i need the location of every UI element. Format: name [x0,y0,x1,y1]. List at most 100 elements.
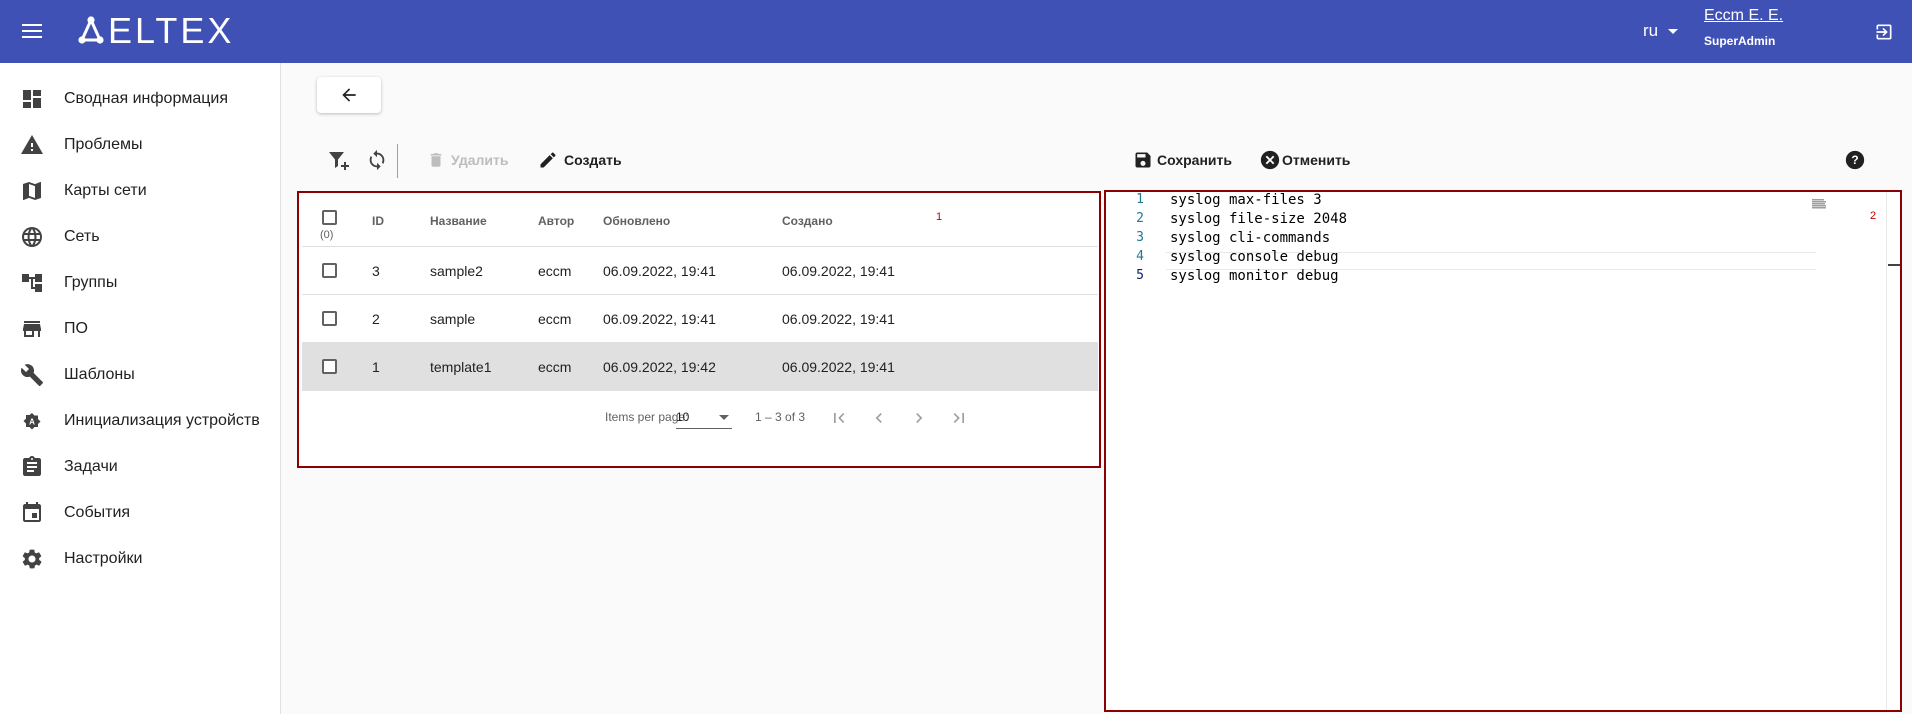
cell-name: sample [430,311,476,327]
editor-line: 5 syslog monitor debug [1106,268,1806,287]
settings-a-icon: A [23,413,41,430]
editor-line: 1 syslog max-files 3 [1106,192,1806,211]
scroll-position-marker [1888,264,1900,266]
sidebar-item-label: Шаблоны [64,366,135,383]
sidebar-item-summary[interactable]: Сводная информация [0,76,281,122]
gear-icon [22,549,42,569]
first-page-icon [834,413,845,423]
cell-author: eccm [538,263,572,279]
sidebar-item-software[interactable]: ПО [0,306,281,352]
map-icon [23,182,41,200]
language-select[interactable]: ru [1643,21,1679,41]
line-number: 2 [1136,211,1144,226]
chevron-down-icon [1668,28,1679,34]
logo-mark-icon [78,16,104,44]
items-per-page-select[interactable]: 10 [676,405,732,429]
chevron-left-icon [875,413,882,423]
add-filter-button[interactable] [326,146,350,174]
warning-icon [21,135,43,154]
cancel-button[interactable]: Отменить [1259,146,1350,174]
editor-line: 4 syslog console debug [1106,249,1806,268]
logo-text: ELTEX [108,10,235,51]
delete-button[interactable]: Удалить [427,146,508,174]
sidebar-item-events[interactable]: События [0,490,281,536]
row-checkbox[interactable] [322,359,337,374]
sidebar-item-label: Проблемы [64,136,143,153]
sidebar-item-device-init[interactable]: A Инициализация устройств [0,398,281,444]
user-role: SuperAdmin [1704,34,1776,48]
templates-table-panel: (0) ID Название Автор Обновлено Создано … [297,191,1101,468]
select-all-checkbox[interactable] [322,210,337,225]
last-page-button[interactable] [948,407,970,429]
logout-icon[interactable] [1874,22,1894,42]
row-checkbox[interactable] [322,263,337,278]
table-row-selected[interactable]: 1 template1 eccm 06.09.2022, 19:42 06.09… [302,343,1098,391]
config-editor-panel[interactable]: 1 syslog max-files 3 2 syslog file-size … [1104,190,1902,712]
create-label: Создать [564,152,622,168]
last-page-icon [953,413,964,423]
line-text[interactable]: syslog max-files 3 [1170,192,1322,208]
sidebar-item-network[interactable]: Сеть [0,214,281,260]
cell-id: 3 [372,263,380,279]
cell-updated: 06.09.2022, 19:41 [603,263,716,279]
minimap-preview-icon [1812,199,1826,209]
line-text[interactable]: syslog console debug [1170,249,1339,265]
column-header-author[interactable]: Автор [538,214,574,228]
next-page-button[interactable] [908,407,930,429]
sync-icon [369,149,385,171]
editor-scrollbar[interactable] [1886,192,1900,710]
eltex-logo: ELTEX [78,10,235,51]
line-text[interactable]: syslog cli-commands [1170,230,1330,246]
first-page-button[interactable] [828,407,850,429]
line-number: 4 [1136,249,1144,264]
line-number: 3 [1136,230,1144,245]
cancel-icon [1260,150,1280,170]
cell-created: 06.09.2022, 19:41 [782,359,895,375]
menu-icon[interactable] [22,22,44,40]
cell-updated: 06.09.2022, 19:41 [603,311,716,327]
sidebar-item-tasks[interactable]: Задачи [0,444,281,490]
sidebar-item-templates[interactable]: Шаблоны [0,352,281,398]
delete-label: Удалить [451,152,509,168]
paginator: Items per page: 10 1 – 3 of 3 [302,393,1098,441]
line-number: 1 [1136,192,1144,207]
account-tree-icon [22,274,42,292]
editor-line: 2 syslog file-size 2048 [1106,211,1806,230]
sidebar-item-problems[interactable]: Проблемы [0,122,281,168]
sidebar-item-network-maps[interactable]: Карты сети [0,168,281,214]
cell-name: sample2 [430,263,483,279]
line-text[interactable]: syslog monitor debug [1170,268,1339,284]
column-header-name[interactable]: Название [430,214,487,228]
column-header-id[interactable]: ID [372,214,384,228]
sidebar-item-label: Группы [64,274,118,291]
help-button[interactable]: ? [1844,146,1866,174]
refresh-button[interactable] [366,146,388,174]
sidebar-item-label: События [64,504,131,521]
sidebar-item-groups[interactable]: Группы [0,260,281,306]
previous-page-button[interactable] [868,407,890,429]
clipboard-icon [23,456,41,476]
page-range: 1 – 3 of 3 [755,410,806,424]
table-row[interactable]: 3 sample2 eccm 06.09.2022, 19:41 06.09.2… [302,247,1098,295]
svg-text:A: A [29,418,35,427]
items-per-page-value: 10 [676,410,690,424]
help-icon: ? [1845,150,1865,170]
editor-line: 3 syslog cli-commands [1106,230,1806,249]
row-checkbox[interactable] [322,311,337,326]
trash-icon [430,153,442,167]
line-text[interactable]: syslog file-size 2048 [1170,211,1347,227]
user-name-link[interactable]: Eccm E. E. [1704,7,1783,25]
cell-created: 06.09.2022, 19:41 [782,311,895,327]
sidebar-item-label: ПО [64,320,88,337]
back-button[interactable] [317,77,381,113]
cell-id: 1 [372,359,380,375]
table-row[interactable]: 2 sample eccm 06.09.2022, 19:41 06.09.20… [302,295,1098,343]
column-header-created[interactable]: Создано [782,214,833,228]
column-header-updated[interactable]: Обновлено [603,214,670,228]
minimap[interactable] [1812,196,1832,209]
sidebar-item-settings[interactable]: Настройки [0,536,281,582]
save-button[interactable]: Сохранить [1133,146,1232,174]
create-button[interactable]: Создать [538,146,622,174]
sidebar-item-label: Задачи [64,458,118,475]
dashboard-icon [23,90,41,108]
